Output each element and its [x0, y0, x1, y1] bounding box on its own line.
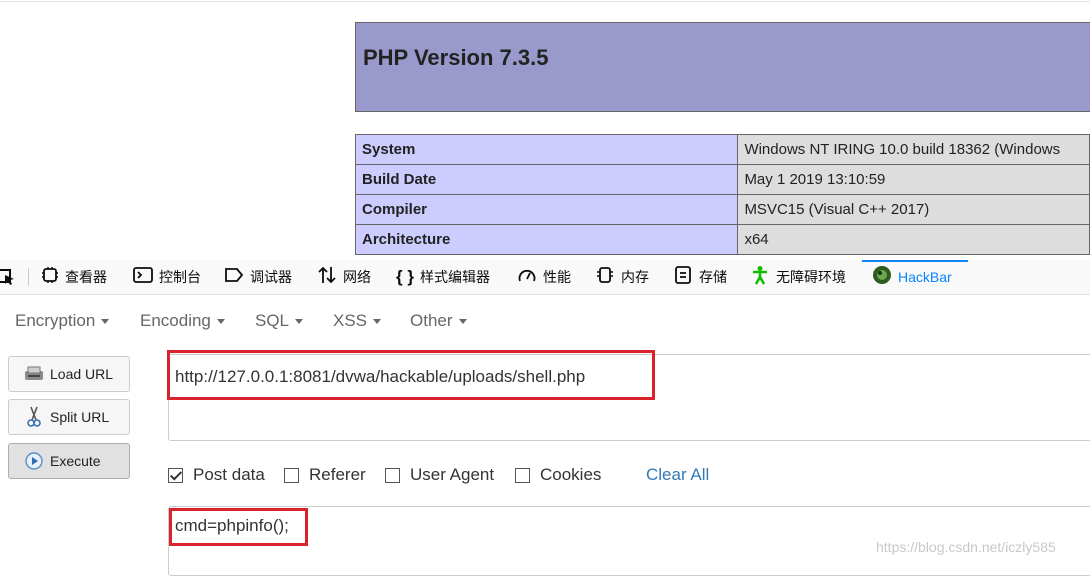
cookies-option[interactable]: Cookies	[515, 465, 601, 485]
tab-label: 查看器	[65, 269, 107, 285]
row-value: May 1 2019 13:10:59	[737, 164, 1090, 195]
post-data-checkbox[interactable]	[168, 467, 183, 483]
post-data-option[interactable]: Post data	[168, 465, 265, 485]
devtools-toolbar: 查看器 控制台 调试器 网络 { } 样式编辑器 性能 内存 存储 无障碍环境 …	[0, 260, 1090, 295]
table-row: Compiler MSVC15 (Visual C++ 2017)	[354, 194, 1090, 225]
chevron-down-icon	[458, 319, 467, 325]
row-value: MSVC15 (Visual C++ 2017)	[737, 194, 1090, 225]
table-row: System Windows NT IRING 10.0 build 18362…	[354, 134, 1090, 165]
tab-label: 性能	[543, 269, 571, 285]
style-editor-icon: { }	[396, 267, 414, 286]
inspector-icon	[41, 266, 59, 288]
table-row: Architecture x64	[354, 224, 1090, 255]
menu-xss[interactable]: XSS	[333, 311, 382, 331]
row-value: x64	[737, 224, 1090, 255]
element-picker-button[interactable]	[0, 260, 16, 294]
option-label: Referer	[309, 465, 366, 484]
play-icon	[23, 450, 45, 472]
option-label: User Agent	[410, 465, 495, 484]
tab-network[interactable]: 网络	[317, 260, 371, 294]
option-label: Cookies	[540, 465, 602, 484]
cookies-checkbox[interactable]	[515, 467, 530, 483]
chevron-down-icon	[101, 319, 110, 325]
row-key: System	[354, 134, 739, 165]
url-highlight-box	[167, 350, 655, 400]
referer-option[interactable]: Referer	[284, 465, 366, 485]
picker-icon	[0, 269, 14, 285]
menu-sql[interactable]: SQL	[255, 311, 304, 331]
tab-inspector[interactable]: 查看器	[41, 260, 107, 294]
storage-icon	[673, 265, 693, 289]
tab-label: 无障碍环境	[776, 269, 846, 285]
tab-label: 内存	[621, 269, 649, 285]
user-agent-option[interactable]: User Agent	[385, 465, 494, 485]
row-value: Windows NT IRING 10.0 build 18362 (Windo…	[737, 134, 1090, 165]
page-title: PHP Version 7.3.5	[363, 45, 549, 70]
tab-style-editor[interactable]: { } 样式编辑器	[396, 260, 490, 294]
load-url-icon	[23, 363, 45, 385]
menu-other[interactable]: Other	[410, 311, 467, 331]
memory-icon	[595, 266, 615, 288]
tab-accessibility[interactable]: 无障碍环境	[750, 260, 846, 294]
accessibility-icon	[750, 265, 770, 289]
network-icon	[317, 265, 337, 289]
option-label: Post data	[193, 465, 265, 484]
button-label: Load URL	[50, 366, 114, 382]
tab-label: 控制台	[159, 269, 201, 285]
button-label: Execute	[50, 453, 101, 469]
row-key: Compiler	[354, 194, 739, 225]
tab-label: 网络	[343, 269, 371, 285]
tab-label: 存储	[699, 269, 727, 285]
tab-debugger[interactable]: 调试器	[224, 260, 292, 294]
execute-button[interactable]: Execute	[8, 443, 130, 479]
menu-encryption[interactable]: Encryption	[15, 311, 110, 331]
toolbar-divider	[28, 268, 29, 286]
chevron-down-icon	[373, 319, 382, 325]
hackbar-menu: Encryption Encoding SQL XSS Other	[0, 295, 1090, 345]
tab-performance[interactable]: 性能	[517, 260, 571, 294]
hackbar-icon	[872, 265, 892, 289]
debugger-icon	[224, 266, 244, 288]
top-divider	[0, 1, 1090, 2]
php-info-table: System Windows NT IRING 10.0 build 18362…	[354, 134, 1090, 255]
chevron-down-icon	[216, 319, 225, 325]
tab-hackbar[interactable]: HackBar	[872, 260, 952, 294]
scissors-icon	[23, 406, 45, 428]
user-agent-checkbox[interactable]	[385, 467, 400, 483]
performance-icon	[517, 266, 537, 288]
post-data-highlight-box	[169, 508, 308, 546]
tab-console[interactable]: 控制台	[133, 260, 201, 294]
tab-memory[interactable]: 内存	[595, 260, 649, 294]
php-header: PHP Version 7.3.5	[355, 22, 1090, 112]
menu-encoding[interactable]: Encoding	[140, 311, 225, 331]
load-url-button[interactable]: Load URL	[8, 356, 130, 392]
chevron-down-icon	[295, 319, 304, 325]
referer-checkbox[interactable]	[284, 467, 299, 483]
tab-label: HackBar	[898, 269, 952, 285]
watermark: https://blog.csdn.net/iczly585	[876, 539, 1056, 555]
console-icon	[133, 266, 153, 288]
table-row: Build Date May 1 2019 13:10:59	[354, 164, 1090, 195]
tab-label: 调试器	[250, 269, 292, 285]
tab-label: 样式编辑器	[419, 269, 490, 285]
row-key: Build Date	[354, 164, 739, 195]
clear-all-link[interactable]: Clear All	[646, 465, 709, 485]
button-label: Split URL	[50, 409, 110, 425]
split-url-button[interactable]: Split URL	[8, 399, 130, 435]
row-key: Architecture	[354, 224, 739, 255]
tab-storage[interactable]: 存储	[673, 260, 727, 294]
